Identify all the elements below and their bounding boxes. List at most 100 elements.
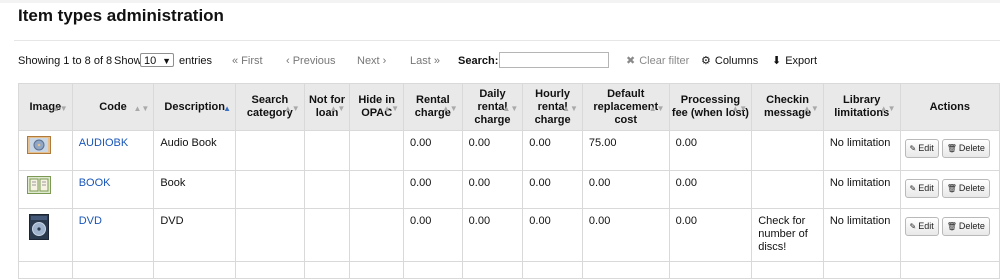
- sort-icon: ▲▼: [283, 104, 300, 113]
- not-for-loan-cell: [303, 170, 351, 209]
- clear-filter-label: Clear filter: [639, 55, 690, 67]
- default-replacement-cost-cell: 0.00: [581, 208, 670, 262]
- sort-icon: ▲▼: [383, 104, 399, 113]
- actions-cell: ✎ Edit 🗑 Delete: [899, 170, 1000, 209]
- export-button[interactable]: ⬇ Export: [772, 51, 817, 71]
- next-page-link[interactable]: Next ›: [357, 51, 386, 71]
- download-icon: ⬇: [772, 55, 782, 67]
- show-label: Show: [114, 55, 142, 67]
- daily-rental-charge-cell: 0.00: [461, 208, 524, 262]
- search-category-cell: [235, 130, 305, 171]
- columns-button[interactable]: ⚙ Columns: [701, 51, 758, 71]
- pencil-icon: ✎: [909, 144, 917, 153]
- description-cell: Book: [153, 170, 237, 209]
- sort-ascending-icon: ▲: [223, 104, 232, 113]
- table-row: BOOK Book 0.00 0.00 0.00 0.00 0.00 No li…: [18, 170, 1000, 209]
- table-row: AUDIOBK Audio Book 0.00 0.00 0.00 75.00 …: [18, 130, 1000, 171]
- actions-cell: ✎ Edit 🗑 Delete: [899, 208, 1000, 262]
- image-cell: [18, 208, 73, 262]
- code-link[interactable]: BOOK: [79, 177, 111, 189]
- sort-icon: ▲▼: [51, 104, 68, 113]
- close-icon: ✖: [626, 55, 636, 67]
- rental-charge-cell: 0.00: [403, 130, 463, 171]
- sort-icon: ▲▼: [803, 104, 819, 113]
- header-description[interactable]: Description ▲: [153, 83, 237, 131]
- sort-icon: ▲▼: [648, 104, 665, 113]
- code-cell: AUDIOBK: [71, 130, 155, 171]
- library-limitations-cell: No limitation: [822, 208, 901, 262]
- table-row: DVD DVD 0.00 0.00 0.00 0.00 0.00 Check f…: [18, 208, 1000, 262]
- search-input[interactable]: [499, 52, 609, 68]
- delete-button[interactable]: 🗑 Delete: [941, 139, 990, 158]
- actions-cell: ✎ Edit 🗑 Delete: [899, 130, 1000, 171]
- edit-button[interactable]: ✎ Edit: [904, 217, 939, 236]
- delete-button[interactable]: 🗑 Delete: [941, 179, 990, 198]
- hourly-rental-charge-cell: 0.00: [522, 208, 583, 262]
- hide-in-opac-cell: [349, 170, 404, 209]
- checkin-message-cell: [751, 170, 824, 209]
- library-limitations-cell: No limitation: [822, 170, 901, 209]
- code-link[interactable]: AUDIOBK: [79, 137, 129, 149]
- table-row: [18, 261, 1000, 279]
- hourly-rental-charge-cell: 0.00: [522, 130, 583, 171]
- header-image[interactable]: Image ▲▼: [18, 83, 73, 131]
- sort-icon: ▲▼: [133, 104, 150, 113]
- header-default-replacement-cost[interactable]: Default replacement cost ▲▼: [581, 83, 670, 131]
- search-category-cell: [235, 170, 305, 209]
- rental-charge-cell: 0.00: [403, 170, 463, 209]
- hourly-rental-charge-cell: 0.00: [522, 170, 583, 209]
- table-info: Showing 1 to 8 of 8: [18, 55, 113, 67]
- trash-icon: 🗑: [946, 184, 957, 193]
- sort-icon: ▲▼: [879, 104, 896, 113]
- code-cell: BOOK: [71, 170, 155, 209]
- edit-button[interactable]: ✎ Edit: [904, 139, 939, 158]
- image-cell: [18, 170, 73, 209]
- edit-button[interactable]: ✎ Edit: [904, 179, 939, 198]
- header-daily-rental-charge[interactable]: Daily rental charge ▲▼: [461, 83, 524, 131]
- page-title: Item types administration: [18, 6, 224, 25]
- header-checkin-message[interactable]: Checkin message ▲▼: [751, 83, 824, 131]
- first-page-link[interactable]: « First: [232, 51, 263, 71]
- sort-icon: ▲▼: [731, 104, 748, 113]
- hide-in-opac-cell: [349, 208, 404, 262]
- page-size-select[interactable]: 10 ▼: [140, 53, 174, 67]
- search-category-cell: [235, 208, 305, 262]
- trash-icon: 🗑: [946, 222, 957, 231]
- not-for-loan-cell: [303, 208, 351, 262]
- sort-icon: ▲▼: [562, 104, 578, 113]
- pencil-icon: ✎: [909, 222, 917, 231]
- processing-fee-cell: 0.00: [668, 170, 753, 209]
- delete-button[interactable]: 🗑 Delete: [941, 217, 990, 236]
- entries-label: entries: [179, 55, 213, 67]
- clear-filter-button[interactable]: ✖ Clear filter: [626, 51, 689, 71]
- book-icon: [27, 176, 51, 194]
- not-for-loan-cell: [303, 130, 351, 171]
- daily-rental-charge-cell: 0.00: [461, 170, 524, 209]
- header-hide-in-opac[interactable]: Hide in OPAC ▲▼: [349, 83, 404, 131]
- checkin-message-cell: [751, 130, 824, 171]
- page-size-value: 10: [144, 55, 157, 67]
- header-processing-fee[interactable]: Processing fee (when lost) ▲▼: [668, 83, 753, 131]
- search-label: Search:: [458, 55, 499, 67]
- header-code[interactable]: Code ▲▼: [71, 83, 155, 131]
- description-cell: Audio Book: [153, 130, 237, 171]
- code-link[interactable]: DVD: [79, 215, 102, 227]
- last-page-link[interactable]: Last »: [410, 51, 440, 71]
- dvd-icon: [29, 214, 49, 240]
- header-library-limitations[interactable]: Library limitations ▲▼: [822, 83, 901, 131]
- processing-fee-cell: 0.00: [668, 208, 753, 262]
- pencil-icon: ✎: [909, 184, 917, 193]
- rental-charge-cell: 0.00: [403, 208, 463, 262]
- header-rental-charge[interactable]: Rental charge ▲▼: [403, 83, 463, 131]
- checkin-message-cell: Check for number of discs!: [751, 208, 824, 262]
- chevron-down-icon: ▼: [162, 56, 171, 66]
- previous-page-link[interactable]: ‹ Previous: [286, 51, 336, 71]
- default-replacement-cost-cell: 75.00: [581, 130, 670, 171]
- header-search-category[interactable]: Search category ▲▼: [235, 83, 305, 131]
- hide-in-opac-cell: [349, 130, 404, 171]
- header-actions: Actions: [899, 83, 1000, 131]
- header-not-for-loan[interactable]: Not for loan ▲▼: [303, 83, 351, 131]
- description-cell: DVD: [153, 208, 237, 262]
- header-hourly-rental-charge[interactable]: Hourly rental charge ▲▼: [522, 83, 583, 131]
- table-header-row: Image ▲▼ Code ▲▼ Description ▲ Search categ…: [18, 83, 1000, 131]
